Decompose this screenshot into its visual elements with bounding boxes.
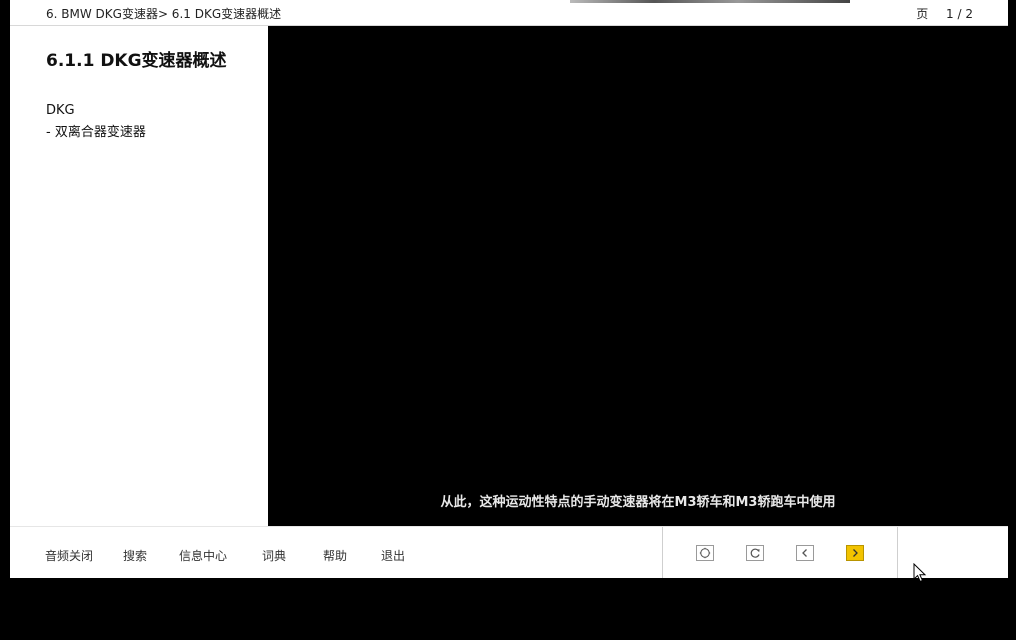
breadcrumb: 6. BMW DKG变速器> 6.1 DKG变速器概述 — [46, 7, 282, 21]
exit-button[interactable]: 退出 — [381, 547, 405, 564]
help-button[interactable]: 帮助 — [323, 547, 347, 564]
section-title: 6.1.1 DKG变速器概述 — [46, 51, 227, 71]
chevron-left-icon — [802, 549, 807, 557]
page-label: 页 — [916, 7, 929, 21]
video-subtitle: 从此，这种运动性特点的手动变速器将在M3轿车和M3轿跑车中使用 — [440, 495, 836, 510]
dictionary-button[interactable]: 词典 — [262, 547, 286, 564]
replay-icon — [750, 548, 760, 558]
text-panel: 6.1.1 DKG变速器概述 DKG - 双离合器变速器 — [10, 26, 268, 526]
fullscreen-icon — [699, 547, 711, 559]
body-line: DKG — [46, 103, 75, 118]
search-button[interactable]: 搜索 — [123, 547, 147, 564]
body-text: DKG - 双离合器变速器 — [46, 100, 146, 144]
previous-button[interactable] — [796, 545, 814, 561]
header-bar: 6. BMW DKG变速器> 6.1 DKG变速器概述 页 1 / 2 — [10, 0, 1008, 26]
fullscreen-button[interactable] — [696, 545, 714, 561]
info-center-button[interactable]: 信息中心 — [179, 547, 227, 564]
audio-off-button[interactable]: 音频关闭 — [45, 547, 93, 564]
mouse-cursor-icon — [913, 563, 927, 583]
page-number: 1 / 2 — [946, 7, 973, 21]
replay-button[interactable] — [746, 545, 764, 561]
bottom-toolbar: 音频关闭 搜索 信息中心 词典 帮助 退出 — [10, 526, 1008, 578]
next-button[interactable] — [846, 545, 864, 561]
chevron-right-icon — [853, 549, 858, 557]
body-line: - 双离合器变速器 — [46, 125, 146, 140]
header-photo-strip — [570, 0, 850, 3]
video-player[interactable]: 从此，这种运动性特点的手动变速器将在M3轿车和M3轿跑车中使用 — [268, 26, 1008, 526]
page-indicator: 页 1 / 2 — [916, 5, 973, 22]
navigation-controls — [662, 527, 898, 578]
app-window: 6. BMW DKG变速器> 6.1 DKG变速器概述 页 1 / 2 6.1.… — [10, 0, 1008, 578]
